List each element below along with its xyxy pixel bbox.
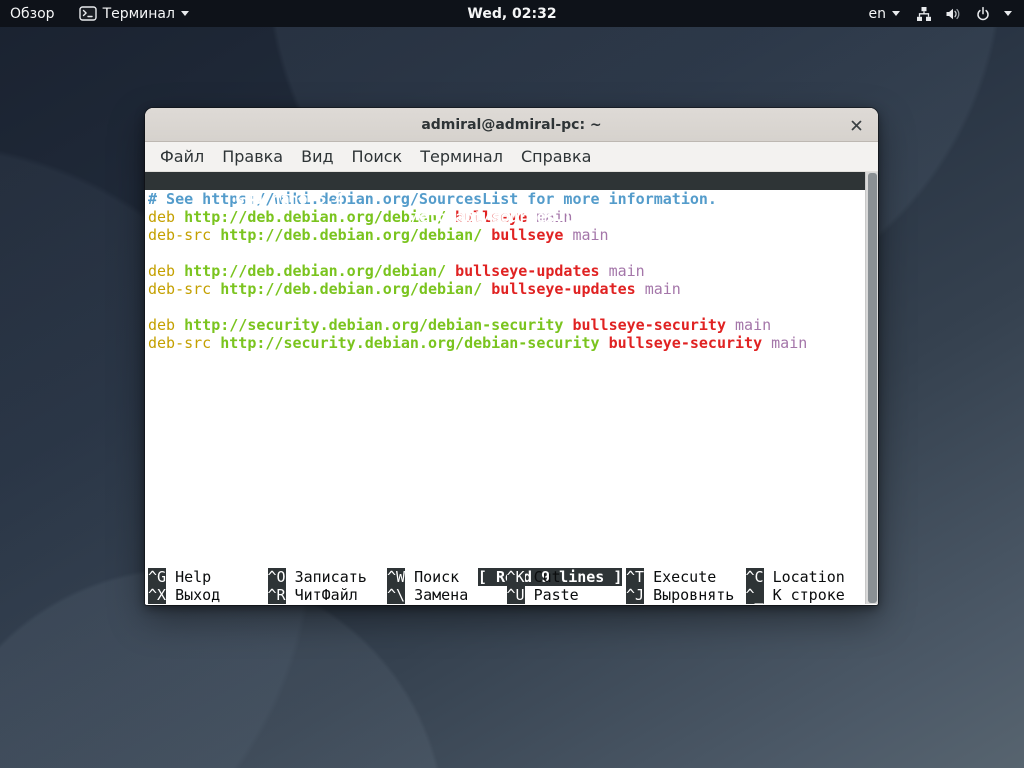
menu-help[interactable]: Справка bbox=[512, 143, 601, 170]
editor-line: deb http://deb.debian.org/debian/ bullse… bbox=[148, 262, 865, 280]
shortcut-label: ЧитФайл bbox=[295, 586, 358, 604]
shortcut-key: ^G bbox=[148, 568, 166, 586]
shortcut-label: Help bbox=[175, 568, 211, 586]
window-titlebar[interactable]: admiral@admiral-pc: ~ bbox=[145, 108, 878, 142]
shortcut-label: Execute bbox=[653, 568, 716, 586]
shortcut-key: ^\ bbox=[387, 586, 405, 604]
editor-line bbox=[148, 244, 865, 262]
app-menu-label: Терминал bbox=[103, 6, 175, 22]
nano-status-row: [ Read 9 lines ] bbox=[145, 550, 865, 568]
shortcut-key: ^X bbox=[148, 586, 166, 604]
menu-file[interactable]: Файл bbox=[151, 143, 213, 170]
volume-icon bbox=[945, 6, 962, 22]
keyboard-layout-label: en bbox=[869, 6, 887, 22]
shortcut-key: ^C bbox=[746, 568, 764, 586]
shortcut-key: ^O bbox=[268, 568, 286, 586]
scrollbar-thumb[interactable] bbox=[868, 173, 877, 603]
menu-bar: Файл Правка Вид Поиск Терминал Справка bbox=[145, 142, 878, 172]
nano-shortcut[interactable]: ^U Paste bbox=[507, 586, 627, 604]
close-icon bbox=[851, 120, 862, 131]
nano-shortcuts: ^G Help ^O Записать ^W Поиск ^K Cut ^T Execute ^C L… bbox=[145, 568, 865, 604]
nano-titlebar: GNU nano 5.4 /etc/apt/sources.list bbox=[145, 172, 865, 190]
clock[interactable]: Wed, 02:32 bbox=[457, 0, 566, 27]
editor-line: deb-src http://deb.debian.org/debian/ bu… bbox=[148, 226, 865, 244]
nano-shortcut[interactable]: ^W Поиск bbox=[387, 568, 507, 586]
shortcut-label: Поиск bbox=[414, 568, 459, 586]
nano-shortcut[interactable]: ^R ЧитФайл bbox=[268, 586, 388, 604]
nano-shortcut[interactable]: ^_ К строке bbox=[746, 586, 866, 604]
shortcut-key: ^R bbox=[268, 586, 286, 604]
nano-shortcut[interactable]: ^C Location bbox=[746, 568, 866, 586]
editor-line bbox=[148, 298, 865, 316]
shortcut-label: Location bbox=[773, 568, 845, 586]
close-button[interactable] bbox=[842, 111, 870, 139]
nano-shortcut[interactable]: ^\ Замена bbox=[387, 586, 507, 604]
network-wired-icon bbox=[916, 6, 932, 22]
shortcut-label: Записать bbox=[295, 568, 367, 586]
window-title: admiral@admiral-pc: ~ bbox=[421, 117, 601, 133]
menu-terminal[interactable]: Терминал bbox=[411, 143, 512, 170]
system-menu-button[interactable] bbox=[910, 0, 1024, 27]
terminal-window: admiral@admiral-pc: ~ Файл Правка Вид По… bbox=[145, 108, 878, 605]
activities-button[interactable]: Обзор bbox=[0, 0, 65, 27]
menu-view[interactable]: Вид bbox=[292, 143, 342, 170]
power-icon bbox=[975, 6, 991, 22]
editor-line: deb-src http://security.debian.org/debia… bbox=[148, 334, 865, 352]
nano-shortcut[interactable]: ^X Выход bbox=[148, 586, 268, 604]
nano-filename: /etc/apt/sources.list bbox=[145, 208, 865, 226]
shortcut-key: ^J bbox=[626, 586, 644, 604]
scrollbar[interactable] bbox=[865, 172, 878, 604]
nano-shortcut[interactable]: ^O Записать bbox=[268, 568, 388, 586]
chevron-down-icon bbox=[892, 11, 900, 16]
keyboard-layout-button[interactable]: en bbox=[859, 0, 911, 27]
shortcut-label: Замена bbox=[414, 586, 468, 604]
shortcut-key: ^W bbox=[387, 568, 405, 586]
shortcut-key: ^T bbox=[626, 568, 644, 586]
shortcut-label: Cut bbox=[534, 568, 561, 586]
shortcut-label: К строке bbox=[773, 586, 845, 604]
nano-bottom-bars: [ Read 9 lines ] ^G Help ^O Записать ^W Поиск… bbox=[145, 550, 865, 604]
nano-shortcut[interactable]: ^J Выровнять bbox=[626, 586, 746, 604]
shortcut-key: ^U bbox=[507, 586, 525, 604]
shortcut-key: ^K bbox=[507, 568, 525, 586]
chevron-down-icon bbox=[1004, 11, 1012, 16]
nano-shortcut[interactable]: ^T Execute bbox=[626, 568, 746, 586]
shortcut-label: Выход bbox=[175, 586, 220, 604]
shortcut-label: Paste bbox=[534, 586, 579, 604]
menu-edit[interactable]: Правка bbox=[213, 143, 292, 170]
chevron-down-icon bbox=[181, 11, 189, 16]
terminal-app-icon bbox=[79, 6, 97, 21]
editor-line: deb-src http://deb.debian.org/debian/ bu… bbox=[148, 280, 865, 298]
nano-shortcut[interactable]: ^G Help bbox=[148, 568, 268, 586]
top-bar: Обзор Терминал Wed, 02:32 en bbox=[0, 0, 1024, 27]
shortcut-label: Выровнять bbox=[653, 586, 734, 604]
app-menu-button[interactable]: Терминал bbox=[69, 0, 199, 27]
nano-shortcut[interactable]: ^K Cut bbox=[507, 568, 627, 586]
editor-line: deb http://security.debian.org/debian-se… bbox=[148, 316, 865, 334]
nano-version: GNU nano 5.4 bbox=[217, 190, 343, 208]
terminal-content[interactable]: GNU nano 5.4 /etc/apt/sources.list # See… bbox=[145, 172, 878, 604]
menu-search[interactable]: Поиск bbox=[343, 143, 412, 170]
shortcut-key: ^_ bbox=[746, 586, 764, 604]
